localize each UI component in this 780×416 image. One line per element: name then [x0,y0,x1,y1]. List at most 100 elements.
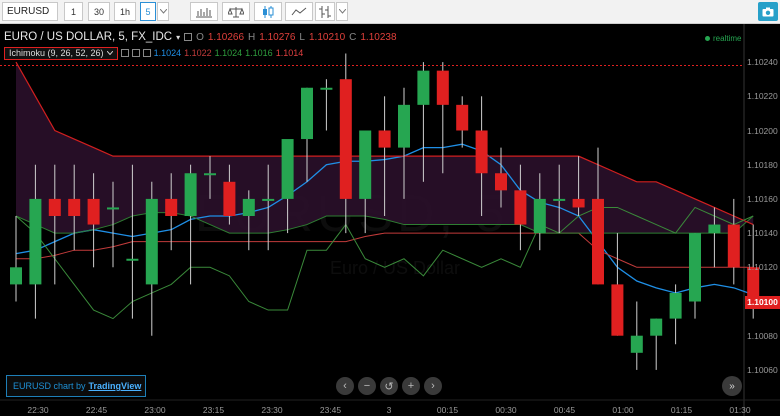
snapshot-button[interactable] [758,2,778,21]
price-tick-label: 1.10140 [747,228,778,239]
candle-body [10,267,22,285]
candle-body [727,224,740,268]
candle-body [339,79,352,199]
chart-svg [0,24,780,416]
interval-1[interactable]: 1 [64,2,83,21]
ohlc-open-label: O [196,31,204,43]
candle-body [145,198,158,285]
settings-icon[interactable] [131,49,140,57]
zoom-in-button[interactable]: + [402,377,420,395]
price-tick-label: 1.10120 [747,262,778,273]
close-icon[interactable] [142,49,151,57]
price-tick-label: 1.10200 [747,125,778,136]
candle-body [29,198,42,285]
candle-body [68,198,81,216]
interval-more-button[interactable] [157,2,169,21]
goto-realtime-button[interactable]: » [722,376,742,396]
chart-app: EURUSD 1 30 1h 5 EURUSD, 5 Eur [0,0,780,416]
candle-body [378,130,391,148]
reset-button[interactable]: ↺ [380,377,398,395]
candle-body [398,104,410,148]
bars-button[interactable] [190,2,218,21]
candle-body [456,104,469,131]
compare-scales-icon [228,6,244,17]
candle-body [572,198,585,208]
candle-body [281,139,294,199]
candle-body [184,173,197,216]
indicators-button[interactable] [315,2,335,21]
price-tick-label: 1.10080 [747,330,778,341]
time-tick-label: 22:45 [85,405,108,415]
time-tick-label: 22:30 [27,405,49,415]
ohlc-close-value: 1.10238 [360,31,397,43]
indicator-name: Ichimoku (9, 26, 52, 26) [9,48,104,58]
navigation-controls: ‹ − ↺ + › [336,377,442,395]
price-tick-label: 1.10060 [747,364,778,375]
time-tick-label: 00:30 [495,405,517,415]
line-chart-icon [291,7,307,15]
scroll-right-button[interactable]: › [424,377,442,395]
candle-body [107,207,119,210]
indicator-value-chikou: 1.1024 [214,48,243,58]
ohlc-high-label: H [248,31,256,43]
indicator-name-button[interactable]: Ichimoku (9, 26, 52, 26) [4,46,118,60]
brand-link[interactable]: EURUSD chart by TradingView [6,375,146,397]
candle-body [165,198,178,216]
time-tick-label: 23:30 [261,405,283,415]
indicators-icon [319,5,331,18]
candle-body [301,87,313,140]
candle-body [650,318,663,336]
compare-button[interactable] [222,2,250,21]
indicator-row: Ichimoku (9, 26, 52, 26) 1.1024 1.1022 1… [4,46,397,60]
candle-body [533,198,546,234]
symbol-title[interactable]: EURO / US DOLLAR, 5, FX_IDC [4,31,172,43]
candle-body [87,198,100,225]
scroll-left-button[interactable]: ‹ [336,377,354,395]
indicator-value-kijun: 1.1022 [184,48,212,58]
status-dot-icon [705,36,710,41]
candle-body [359,130,372,199]
chevron-down-icon[interactable]: ▾ [176,33,180,42]
candle-body [611,284,624,336]
realtime-label: realtime [713,34,742,43]
ohlc-low-label: L [299,31,305,43]
candle-body [126,258,139,261]
time-tick-label: 3 [386,405,392,415]
settings-icon[interactable] [184,33,193,41]
candle-body [514,190,527,225]
series-kijun [16,232,754,268]
zoom-out-button[interactable]: − [358,377,376,395]
candle-body [669,292,682,319]
chart-area[interactable]: EURUSD, 5 Euro / US Dollar [0,24,780,416]
candle-body [320,87,333,90]
candle-body [417,70,430,105]
ohlc-open-value: 1.10266 [207,31,245,43]
interval-30[interactable]: 30 [88,2,110,21]
candles-button[interactable] [254,2,282,21]
price-tick-label: 1.10240 [747,57,778,68]
interval-5[interactable]: 5 [140,2,156,21]
indicator-value-senkou-b: 1.1014 [275,48,304,58]
time-tick-label: 01:30 [729,405,751,415]
candle-body [262,198,275,201]
more-tools-button[interactable] [336,2,348,21]
price-tick-label: 1.10180 [747,159,778,170]
line-button[interactable] [285,2,313,21]
indicator-value-senkou-a: 1.1016 [245,48,273,58]
realtime-indicator: realtime [705,34,741,43]
time-tick-label: 00:15 [436,405,459,415]
time-tick-label: 01:00 [612,405,634,415]
price-tick-label: 1.10160 [747,193,778,204]
toolbar: EURUSD 1 30 1h 5 [0,0,780,24]
chevron-down-icon [106,51,113,55]
ohlc-low-value: 1.10210 [308,31,346,43]
tradingview-link[interactable]: TradingView [89,381,142,391]
ohlc-high-value: 1.10276 [259,31,296,43]
time-tick-label: 01:15 [670,405,693,415]
symbol-input[interactable]: EURUSD [2,2,58,21]
eye-icon[interactable] [120,49,129,57]
chevron-down-icon [338,9,346,14]
interval-1h[interactable]: 1h [114,2,136,21]
candle-body [475,130,488,174]
candle-body [495,173,507,191]
